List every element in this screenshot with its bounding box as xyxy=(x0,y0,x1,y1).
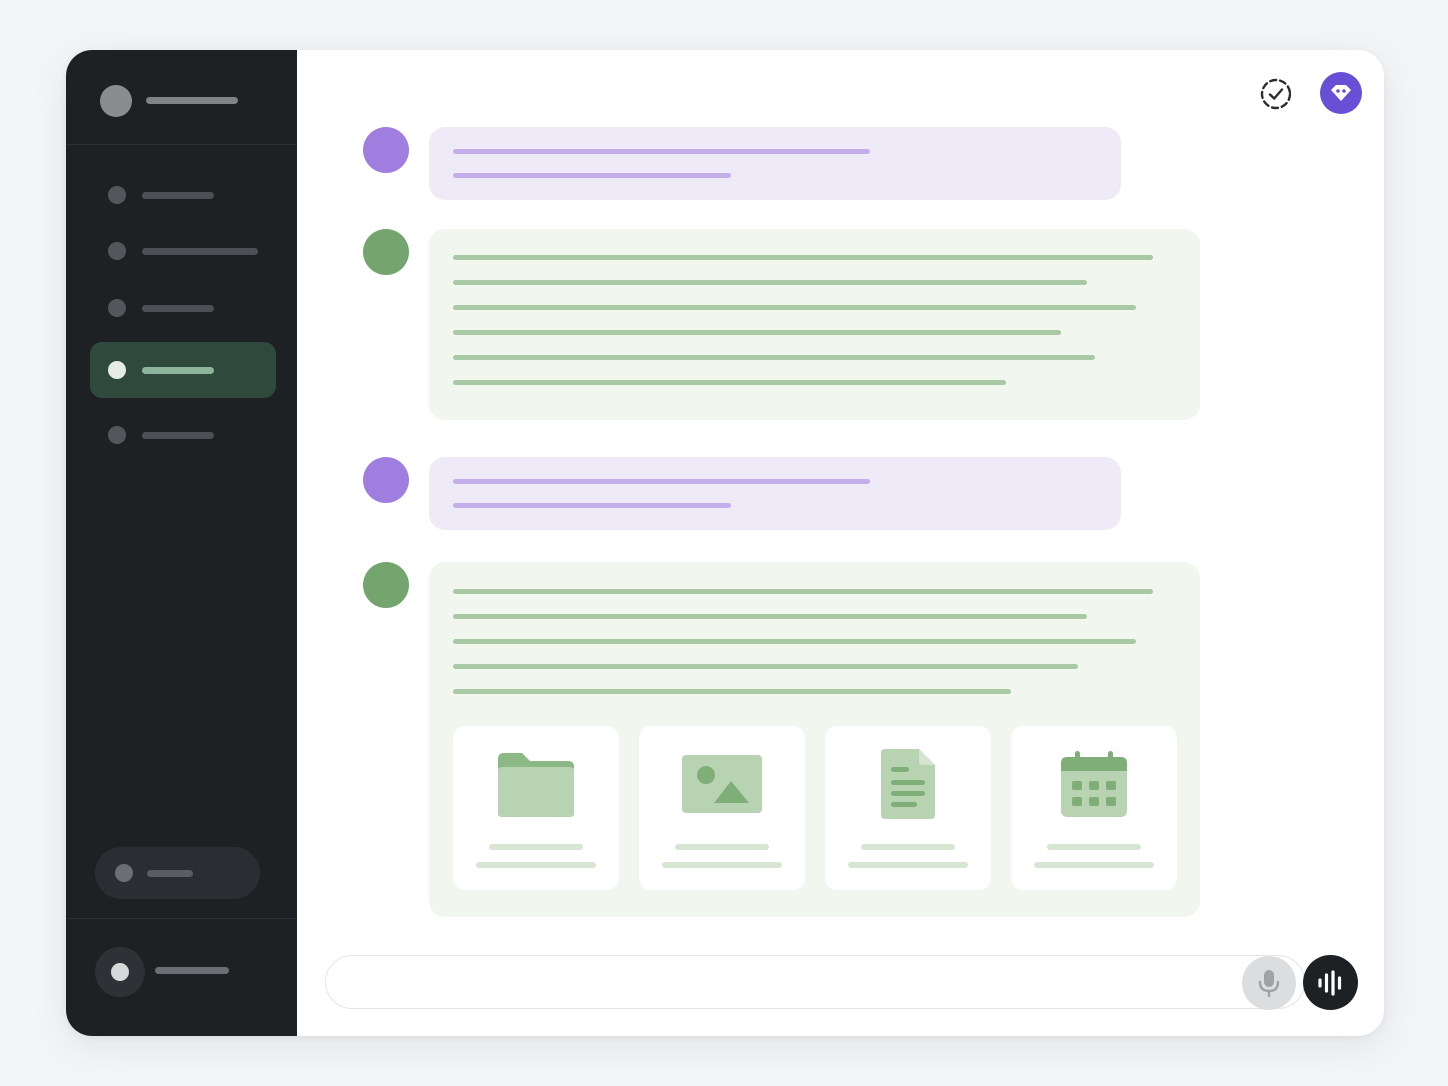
workspace-name-placeholder xyxy=(146,97,238,104)
assistant-avatar xyxy=(363,229,409,275)
sidebar-item-3[interactable] xyxy=(90,280,276,336)
nav-item-label xyxy=(142,367,214,374)
message-text-line xyxy=(453,305,1136,310)
workspace-header[interactable] xyxy=(66,50,297,145)
message-text-line xyxy=(453,149,870,154)
message-text-line xyxy=(453,664,1078,669)
user-profile[interactable] xyxy=(66,918,297,1036)
attachment-card-folder[interactable] xyxy=(453,726,619,890)
avatar-inner xyxy=(111,963,129,981)
attachment-card-calendar[interactable] xyxy=(1011,726,1177,890)
attachment-title xyxy=(489,844,583,850)
avatar xyxy=(95,947,145,997)
attachment-card-document[interactable] xyxy=(825,726,991,890)
user-message-bubble xyxy=(429,457,1121,530)
user-avatar xyxy=(363,127,409,173)
message-text-line xyxy=(453,614,1087,619)
attachment-meta xyxy=(662,862,782,868)
pill-label xyxy=(147,870,193,877)
document-icon xyxy=(825,744,991,824)
user-name-placeholder xyxy=(155,967,229,974)
message-text-line xyxy=(453,689,1011,694)
sidebar-item-5[interactable] xyxy=(90,407,276,463)
user-avatar xyxy=(363,457,409,503)
nav-item-label xyxy=(142,192,214,199)
nav-item-icon xyxy=(108,426,126,444)
user-message-bubble xyxy=(429,127,1121,200)
sidebar-item-4-active[interactable] xyxy=(90,342,276,398)
microphone-button[interactable] xyxy=(1242,956,1296,1010)
attachment-title xyxy=(1047,844,1141,850)
attachment-card-image[interactable] xyxy=(639,726,805,890)
nav-item-icon xyxy=(108,186,126,204)
attachment-meta xyxy=(1034,862,1154,868)
attachment-title xyxy=(861,844,955,850)
message-text-line xyxy=(453,503,731,508)
voice-waveform-icon xyxy=(1317,969,1341,996)
assistant-message-bubble xyxy=(429,229,1200,420)
message-text-line xyxy=(453,173,731,178)
sidebar-pill-button[interactable] xyxy=(95,847,260,899)
voice-mode-button[interactable] xyxy=(1303,955,1358,1010)
message-text-line xyxy=(453,255,1153,260)
nav-item-label xyxy=(142,248,258,255)
image-icon xyxy=(639,744,805,824)
nav-item-icon xyxy=(108,361,126,379)
message-text-line xyxy=(453,479,870,484)
assistant-avatar xyxy=(363,562,409,608)
message-text-line xyxy=(453,330,1061,335)
pill-icon xyxy=(115,864,133,882)
sidebar-item-2[interactable] xyxy=(90,223,276,279)
nav-item-icon xyxy=(108,299,126,317)
brand-logo-icon[interactable] xyxy=(1320,72,1362,114)
attachment-title xyxy=(675,844,769,850)
message-input[interactable] xyxy=(325,955,1305,1009)
sidebar-item-1[interactable] xyxy=(90,167,276,223)
sidebar xyxy=(66,50,297,1036)
message-text-line xyxy=(453,589,1153,594)
task-status-icon[interactable] xyxy=(1256,74,1296,114)
task-status-icon-svg xyxy=(1260,78,1292,110)
nav-item-label xyxy=(142,432,214,439)
message-text-line xyxy=(453,355,1095,360)
folder-icon xyxy=(453,744,619,824)
nav-item-icon xyxy=(108,242,126,260)
brand-logo-icon-svg xyxy=(1331,85,1351,101)
microphone-icon xyxy=(1258,970,1280,998)
nav-item-label xyxy=(142,305,214,312)
assistant-message-bubble xyxy=(429,562,1200,917)
attachment-meta xyxy=(848,862,968,868)
message-text-line xyxy=(453,639,1136,644)
app-window xyxy=(66,50,1384,1036)
message-text-line xyxy=(453,280,1087,285)
message-text-line xyxy=(453,380,1006,385)
workspace-avatar xyxy=(100,85,132,117)
attachment-meta xyxy=(476,862,596,868)
calendar-icon xyxy=(1011,744,1177,824)
